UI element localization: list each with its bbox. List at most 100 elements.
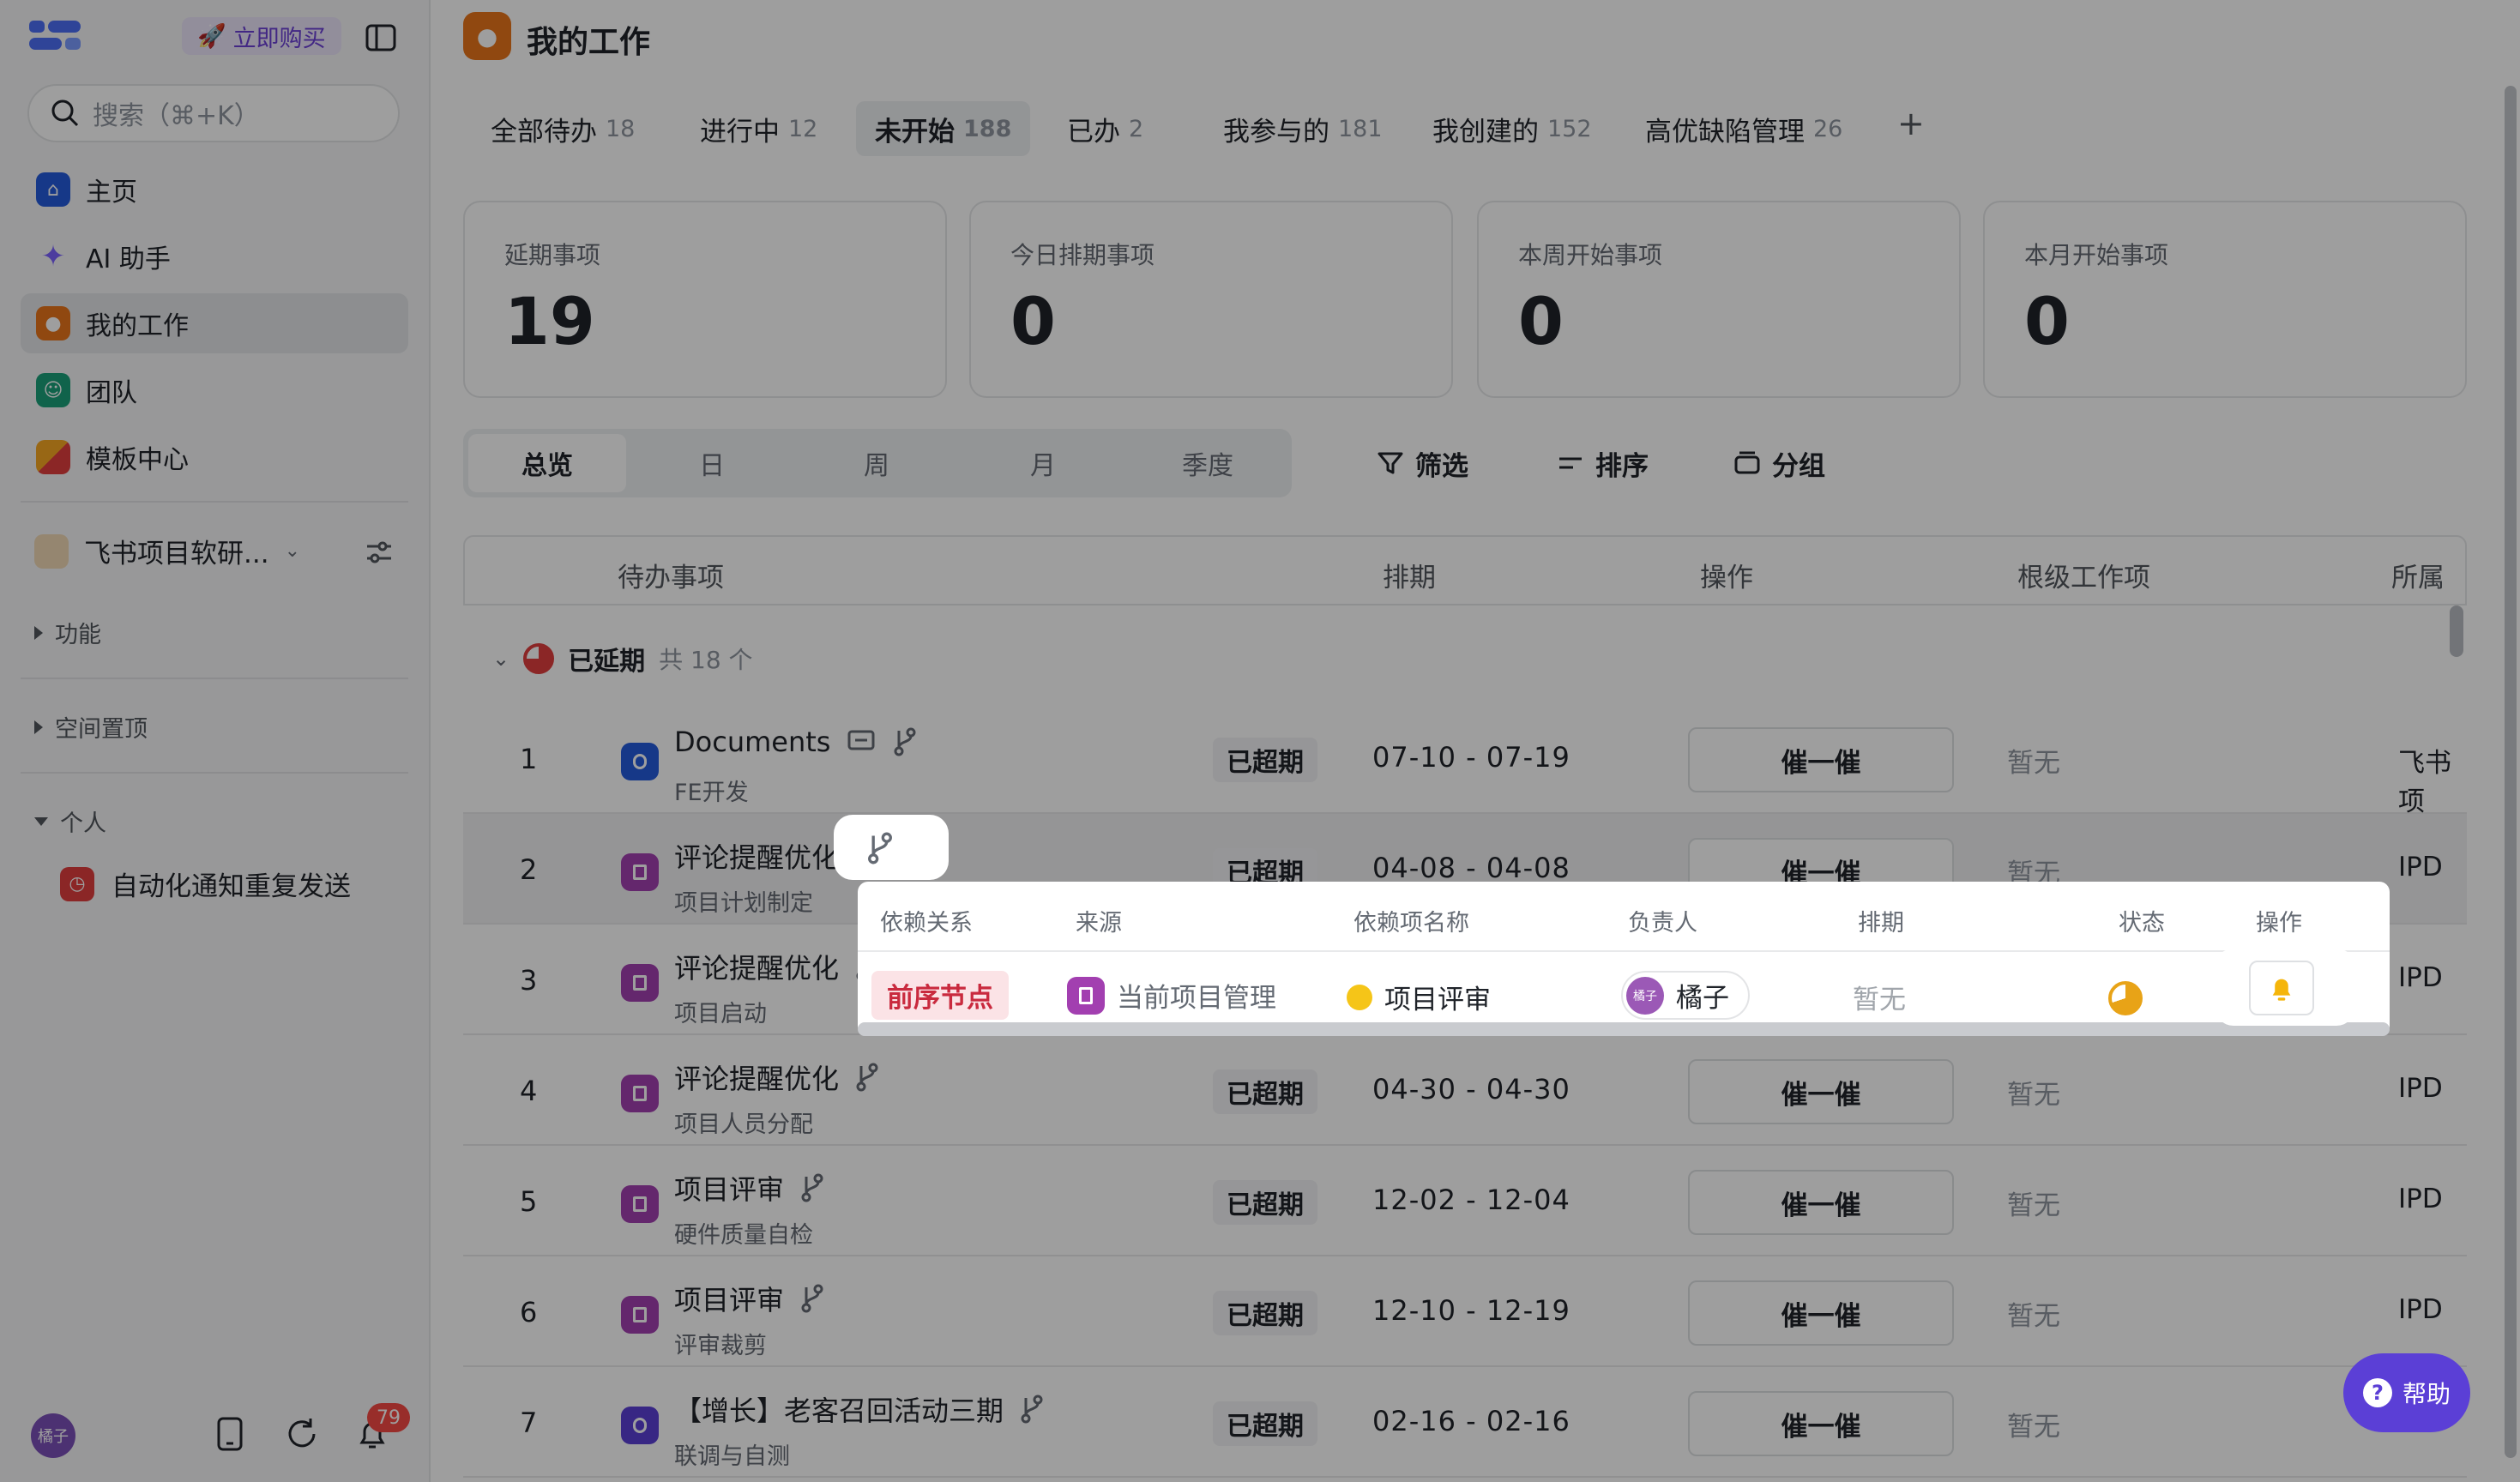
row-schedule: 12-02 - 12-04 xyxy=(1372,1184,1570,1216)
popup-header-source: 来源 xyxy=(1076,910,1122,937)
row-title[interactable]: 【增长】老客召回活动三期 xyxy=(674,1389,1045,1429)
urge-button[interactable]: 催一催 xyxy=(1688,1059,1954,1124)
divider xyxy=(21,678,408,679)
branch-icon[interactable] xyxy=(865,832,895,864)
tab-in-progress[interactable]: 进行中 12 xyxy=(681,101,836,156)
table-row[interactable]: 4 评论提醒优化 项目人员分配 已超期 04-30 - 04-30 催一催 暂无 IPD xyxy=(463,1035,2467,1146)
branch-icon[interactable] xyxy=(1019,1395,1045,1424)
add-tab-button[interactable]: + xyxy=(1897,105,1925,142)
buy-now-button[interactable]: 🚀 立即购买 xyxy=(182,17,341,55)
tab-done[interactable]: 已办 2 xyxy=(1048,101,1162,156)
caret-right-icon xyxy=(34,625,43,640)
main-content: ● 我的工作 全部待办 18 进行中 12 未开始 188 已办 2 我参与的 181 我… xyxy=(432,0,2520,1482)
stat-card-today[interactable]: 今日排期事项 0 xyxy=(969,201,1453,398)
urge-bell-button[interactable] xyxy=(2249,961,2314,1015)
row-title-text: 【增长】老客召回活动三期 xyxy=(674,1395,1004,1427)
branch-icon[interactable] xyxy=(854,1063,880,1092)
popup-scrollbar[interactable] xyxy=(858,1022,2390,1036)
row-title[interactable]: 评论提醒优化 xyxy=(674,947,880,986)
table-row[interactable]: 1 Documents FE开发 已超期 07-10 - 07-19 催一催 暂无 飞书项 xyxy=(463,703,2467,817)
group-overdue[interactable]: ⌄ 已延期 共 18 个 xyxy=(492,640,753,678)
page-scrollbar[interactable] xyxy=(2505,86,2517,1458)
row-title[interactable]: 项目评审 xyxy=(674,1168,825,1208)
app-logo-icon[interactable] xyxy=(27,17,82,55)
tab-participated[interactable]: 我参与的 181 xyxy=(1204,101,1402,156)
dependency-item-cell[interactable]: 项目评审 xyxy=(1347,978,1491,1016)
collapse-sidebar-icon[interactable] xyxy=(364,21,398,55)
table-scrollbar[interactable] xyxy=(2450,605,2463,657)
urge-button[interactable]: 催一催 xyxy=(1688,1280,1954,1346)
urge-button[interactable]: 催一催 xyxy=(1688,727,1954,792)
group-button[interactable]: 分组 xyxy=(1733,439,1825,487)
tab-count: 181 xyxy=(1338,115,1383,142)
table-row[interactable]: 5 项目评审 硬件质量自检 已超期 12-02 - 12-04 催一催 暂无 IPD xyxy=(463,1146,2467,1256)
tab-created[interactable]: 我创建的 152 xyxy=(1414,101,1611,156)
tab-not-started[interactable]: 未开始 188 xyxy=(856,101,1031,156)
source-cell[interactable]: 当前项目管理 xyxy=(1067,976,1276,1015)
row-title[interactable]: 项目评审 xyxy=(674,1279,825,1318)
template-icon xyxy=(36,440,70,474)
stat-value: 19 xyxy=(504,283,595,359)
settings-sliders-icon[interactable] xyxy=(364,537,395,568)
row-belong: IPD xyxy=(2398,1184,2443,1214)
section-personal[interactable]: 个人 xyxy=(34,804,106,838)
work-item-type-icon xyxy=(621,1407,659,1444)
view-quarter[interactable]: 季度 xyxy=(1129,434,1287,492)
nav-item-home[interactable]: ⌂ 主页 xyxy=(21,160,408,220)
urge-button[interactable]: 催一催 xyxy=(1688,1391,1954,1456)
work-item-type-icon xyxy=(621,1185,659,1223)
stat-card-overdue[interactable]: 延期事项 19 xyxy=(463,201,947,398)
branch-icon[interactable] xyxy=(799,1173,825,1202)
tab-label: 已办 xyxy=(1067,116,1120,148)
owner-chip[interactable]: 橘子 橘子 xyxy=(1621,971,1750,1020)
refresh-icon[interactable] xyxy=(283,1415,321,1453)
tablet-icon[interactable] xyxy=(211,1415,249,1453)
row-title[interactable]: 评论提醒优化 xyxy=(674,1057,880,1097)
view-day[interactable]: 日 xyxy=(633,434,791,492)
overdue-badge: 已超期 xyxy=(1213,738,1317,782)
popup-header-status: 状态 xyxy=(2119,910,2165,937)
help-button[interactable]: ? 帮助 xyxy=(2343,1353,2470,1432)
row-number: 4 xyxy=(520,1075,538,1107)
stat-card-week[interactable]: 本周开始事项 0 xyxy=(1477,201,1961,398)
table-row[interactable]: 7 【增长】老客召回活动三期 联调与自测 已超期 02-16 - 02-16 催一催 暂无 xyxy=(463,1367,2467,1478)
stat-card-month[interactable]: 本月开始事项 0 xyxy=(1983,201,2467,398)
section-pinned[interactable]: 空间置顶 xyxy=(34,710,148,744)
comment-icon[interactable] xyxy=(846,726,877,757)
row-belong: IPD xyxy=(2398,962,2443,993)
sort-label: 排序 xyxy=(1595,450,1649,482)
space-selector[interactable]: 飞书项目软研... ⌄ xyxy=(34,532,300,570)
view-month[interactable]: 月 xyxy=(964,434,1122,492)
branch-icon[interactable] xyxy=(892,727,918,756)
tab-all-todo[interactable]: 全部待办 18 xyxy=(472,101,654,156)
overdue-badge: 已超期 xyxy=(1213,1180,1317,1225)
tab-high-priority-bugs[interactable]: 高优缺陷管理 26 xyxy=(1626,101,1861,156)
row-belong: IPD xyxy=(2398,1073,2443,1104)
view-week[interactable]: 周 xyxy=(798,434,956,492)
divider xyxy=(21,772,408,774)
nav-item-ai-assistant[interactable]: ✦ AI 助手 xyxy=(21,226,408,286)
view-overview[interactable]: 总览 xyxy=(468,434,626,492)
tab-count: 18 xyxy=(606,115,636,142)
sort-button[interactable]: 排序 xyxy=(1556,439,1649,487)
buy-now-label: 立即购买 xyxy=(232,25,326,52)
work-item-type-icon xyxy=(621,964,659,1002)
nav-item-template-center[interactable]: 模板中心 xyxy=(21,427,408,487)
tab-label: 我参与的 xyxy=(1223,116,1329,148)
search-input[interactable]: 搜索（⌘+K） xyxy=(27,84,400,142)
table-row[interactable]: 6 项目评审 评审裁剪 已超期 12-10 - 12-19 催一催 暂无 IPD xyxy=(463,1256,2467,1367)
urge-button[interactable]: 催一催 xyxy=(1688,1170,1954,1235)
nav-item-team[interactable]: ☺ 团队 xyxy=(21,360,408,420)
tab-count: 152 xyxy=(1547,115,1592,142)
row-number: 5 xyxy=(520,1185,538,1218)
header-belong: 所属 xyxy=(2391,563,2445,593)
dependency-trigger-spotlight xyxy=(834,815,949,880)
row-title[interactable]: Documents xyxy=(674,726,918,758)
personal-item-automation[interactable]: ◷ 自动化通知重复发送 xyxy=(60,864,351,903)
branch-icon[interactable] xyxy=(799,1284,825,1313)
nav-item-my-work[interactable]: ● 我的工作 xyxy=(21,293,408,353)
filter-button[interactable]: 筛选 xyxy=(1376,439,1468,487)
section-features[interactable]: 功能 xyxy=(34,616,101,649)
nav-label: 主页 xyxy=(86,178,137,208)
user-avatar[interactable]: 橘子 xyxy=(31,1413,75,1458)
